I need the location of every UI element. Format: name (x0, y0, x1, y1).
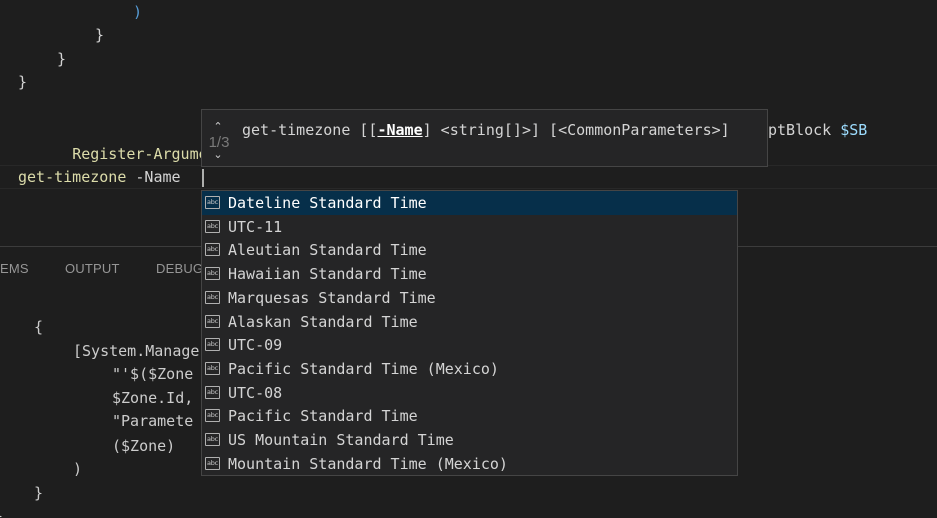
signature-suffix: ] <string[]>] [<CommonParameters>] (422, 121, 730, 139)
code-line: } (95, 26, 105, 44)
suggestion-item[interactable]: abc Marquesas Standard Time (202, 286, 737, 310)
text-value-icon: abc (205, 314, 220, 328)
code-line-current: get-timezone -Name (18, 165, 190, 189)
suggestion-label: Marquesas Standard Time (228, 288, 436, 307)
signature-prefix: get-timezone [[ (242, 121, 378, 139)
terminal-line: ($Zone) (112, 437, 176, 455)
signature-help-widget: ⌃ 1/3 ⌄ get-timezone [[-Name] <string[]>… (201, 109, 768, 167)
suggestion-list[interactable]: abc Dateline Standard Time abc UTC-11 abc Ale… (201, 190, 738, 476)
suggestion-item[interactable]: abc Aleutian Standard Time (202, 238, 737, 262)
terminal-line: ) (73, 460, 83, 478)
text-value-icon: abc (205, 267, 220, 281)
terminal-line: } (34, 484, 44, 502)
suggestion-label: Aleutian Standard Time (228, 241, 427, 260)
suggestion-item[interactable]: abc UTC-09 (202, 333, 737, 357)
suggestion-label: US Mountain Standard Time (228, 431, 454, 449)
chevron-down-icon[interactable]: ⌄ (211, 148, 225, 162)
signature-text: get-timezone [[-Name] <string[]>] [<Comm… (242, 118, 730, 142)
suggestion-label: UTC-08 (228, 383, 283, 402)
text-value-icon: abc (205, 243, 220, 257)
text-value-icon: abc (205, 219, 220, 233)
text-value-icon: abc (205, 433, 220, 446)
chevron-up-icon[interactable]: ⌃ (211, 120, 225, 134)
suggestion-label: UTC-11 (228, 217, 283, 236)
suggestion-item[interactable]: abc US Mountain Standard Time (202, 428, 737, 452)
code-line-register-tail: ptBlock $SB (768, 118, 867, 142)
signature-active-parameter: -Name (377, 121, 423, 139)
suggestion-label: Hawaiian Standard Time (228, 265, 427, 284)
suggestion-item[interactable]: abc UTC-11 (202, 215, 737, 239)
text-value-icon: abc (205, 409, 220, 423)
code-line: } (18, 73, 28, 91)
suggestion-item[interactable]: abc Pacific Standard Time (202, 404, 737, 428)
suggestion-label: UTC-09 (228, 336, 283, 355)
text-value-icon: abc (205, 290, 220, 304)
terminal-line: { (34, 318, 44, 336)
signature-navigation: ⌃ 1/3 ⌄ (202, 110, 236, 166)
terminal-line: "'$($Zone (112, 365, 194, 383)
terminal-line: "Paramete (112, 412, 194, 430)
suggestion-label: Mountain Standard Time (Mexico) (228, 454, 508, 473)
code-text: ptBlock (768, 121, 841, 139)
terminal-line: } (0, 504, 3, 518)
text-value-icon: abc (205, 196, 220, 209)
suggestion-label: Dateline Standard Time (228, 194, 427, 212)
suggestion-label: Alaskan Standard Time (228, 312, 418, 331)
suggestion-label: Pacific Standard Time (Mexico) (228, 359, 499, 378)
code-line: ) (133, 3, 143, 21)
tab-debug-console[interactable]: DEBUG (156, 261, 203, 276)
suggestion-item[interactable]: abc Pacific Standard Time (Mexico) (202, 357, 737, 381)
suggestion-item[interactable]: abc UTC-08 (202, 381, 737, 405)
terminal-line: $Zone.Id, (112, 389, 194, 407)
text-value-icon: abc (205, 338, 220, 352)
text-cursor (202, 169, 204, 187)
variable-token: $SB (840, 121, 868, 139)
suggestion-item[interactable]: abc Dateline Standard Time (202, 191, 737, 215)
vscode-window: ) } } } Register-ArgumentCo ptBlock $SB … (0, 0, 937, 518)
parameter-token: -Name (126, 168, 190, 186)
code-line: } (57, 50, 67, 68)
tab-output[interactable]: OUTPUT (65, 261, 120, 276)
suggestion-item[interactable]: abc Alaskan Standard Time (202, 310, 737, 334)
text-value-icon: abc (205, 361, 220, 375)
text-value-icon: abc (205, 456, 220, 470)
suggestion-label: Pacific Standard Time (228, 407, 418, 426)
terminal-line: [System.Manage (73, 342, 200, 360)
tab-problems[interactable]: EMS (0, 261, 29, 276)
suggestion-item[interactable]: abc Mountain Standard Time (Mexico) (202, 452, 737, 475)
suggestion-item[interactable]: abc Hawaiian Standard Time (202, 262, 737, 286)
text-value-icon: abc (205, 385, 220, 399)
command-token: get-timezone (18, 168, 127, 186)
